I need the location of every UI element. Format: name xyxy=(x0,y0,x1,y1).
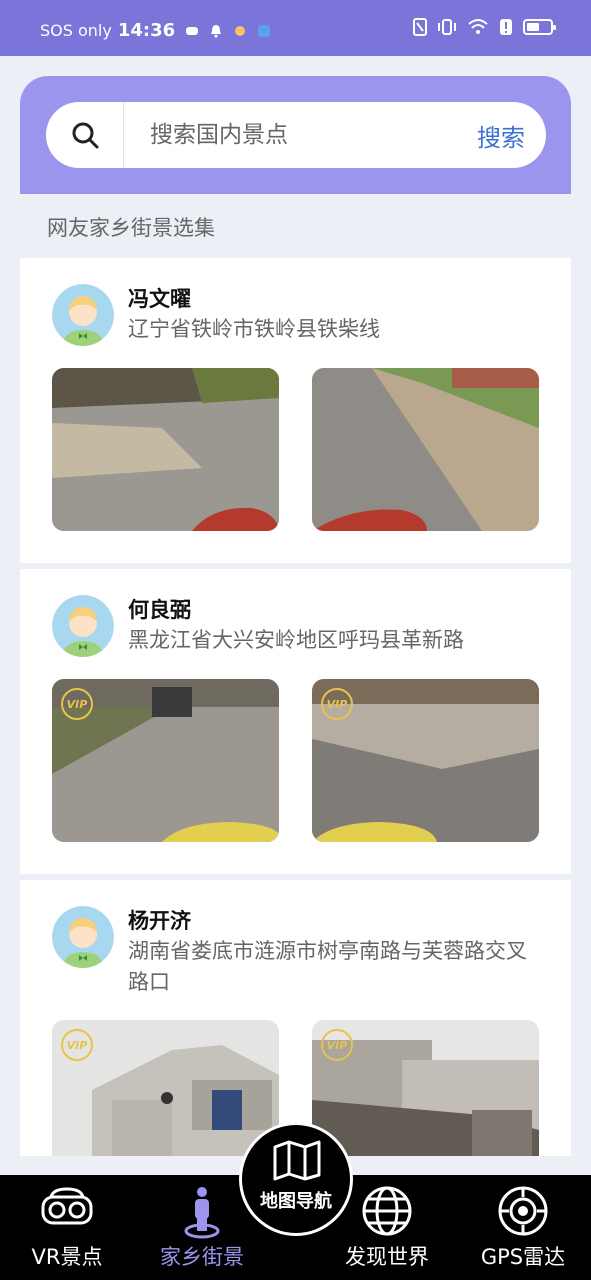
section-title: 网友家乡街景选集 xyxy=(47,216,215,240)
tab-gps-radar[interactable]: GPS雷达 xyxy=(458,1175,588,1280)
location-address: 黑龙江省大兴安岭地区呼玛县革新路 xyxy=(128,628,464,652)
avatar xyxy=(52,906,114,968)
wifi-icon xyxy=(468,19,488,34)
location-address: 湖南省娄底市涟源市树亭南路与芙蓉路交叉路口 xyxy=(128,939,527,994)
search-input[interactable] xyxy=(124,122,456,148)
center-button-label: 地图导航 xyxy=(260,1191,332,1212)
tab-label: VR景点 xyxy=(31,1245,103,1269)
user-name: 杨开济 xyxy=(128,909,191,933)
tab-vr-spots[interactable]: VR景点 xyxy=(2,1175,132,1280)
street-photo[interactable] xyxy=(312,368,539,531)
status-right xyxy=(413,18,556,36)
vip-badge: VIP xyxy=(321,1029,353,1061)
user-name: 冯文曜 xyxy=(128,287,191,311)
alert-icon xyxy=(500,19,512,35)
street-view-card[interactable]: 何良弼 黑龙江省大兴安岭地区呼玛县革新路 VIP VIP xyxy=(20,569,571,874)
avatar xyxy=(52,595,114,657)
globe-icon xyxy=(362,1186,412,1236)
vibrate-icon xyxy=(438,19,456,35)
street-photo[interactable]: VIP xyxy=(52,1020,279,1156)
avatar xyxy=(52,284,114,346)
person-pin-icon xyxy=(184,1187,220,1239)
search-icon[interactable] xyxy=(46,102,124,168)
tab-label: 家乡街景 xyxy=(160,1245,244,1269)
street-photo[interactable]: VIP xyxy=(52,679,279,842)
app-notification-icon xyxy=(235,25,246,36)
vip-badge: VIP xyxy=(321,688,353,720)
street-photo[interactable]: VIP xyxy=(312,679,539,842)
vip-badge: VIP xyxy=(61,688,93,720)
street-photo[interactable] xyxy=(52,368,279,531)
app-badge-icon xyxy=(258,24,271,37)
radar-icon xyxy=(498,1186,548,1236)
battery-icon xyxy=(523,19,556,35)
street-view-list: 冯文曜 辽宁省铁岭市铁岭县铁柴线 何良弼 黑龙江省大兴安岭地区呼玛县革新路 VI… xyxy=(20,258,571,1156)
vip-badge: VIP xyxy=(61,1029,93,1061)
street-photo[interactable]: VIP xyxy=(312,1020,539,1156)
location-address: 辽宁省铁岭市铁岭县铁柴线 xyxy=(128,317,380,341)
search-panel: 搜索 xyxy=(20,76,571,194)
clock: 14:36 xyxy=(117,20,176,41)
street-view-card[interactable]: 冯文曜 辽宁省铁岭市铁岭县铁柴线 xyxy=(20,258,571,563)
map-icon xyxy=(273,1140,321,1181)
search-button[interactable]: 搜索 xyxy=(456,118,546,153)
nfc-icon xyxy=(413,18,427,36)
user-name: 何良弼 xyxy=(128,598,191,622)
bell-icon xyxy=(211,24,222,37)
search-box: 搜索 xyxy=(46,102,546,168)
vr-headset-icon xyxy=(41,1187,93,1225)
game-icon xyxy=(186,26,199,35)
status-left: SOS only 14:36 xyxy=(40,20,271,41)
status-bar: SOS only 14:36 xyxy=(0,0,591,56)
tab-label: 发现世界 xyxy=(345,1245,429,1269)
map-navigation-button[interactable]: 地图导航 xyxy=(239,1122,353,1236)
tab-label: GPS雷达 xyxy=(480,1245,566,1269)
sos-text: SOS only xyxy=(40,21,112,40)
street-view-card[interactable]: 杨开济 湖南省娄底市涟源市树亭南路与芙蓉路交叉路口 VIP VIP xyxy=(20,880,571,1156)
